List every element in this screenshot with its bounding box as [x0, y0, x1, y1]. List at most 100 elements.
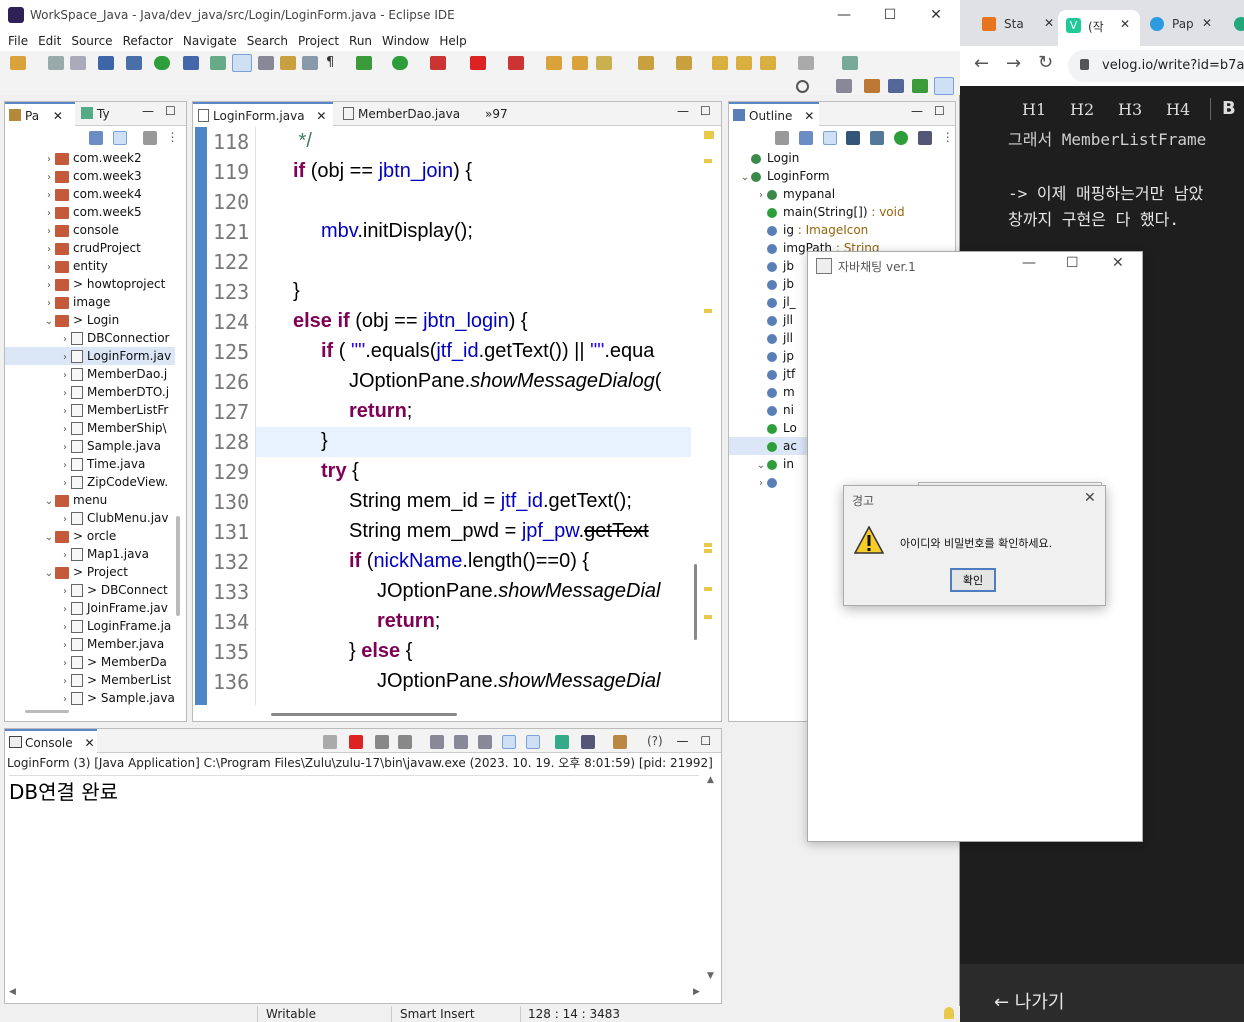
- browser-tab-2[interactable]: V (작 ✕: [1058, 10, 1140, 46]
- mark-occurrences-icon[interactable]: [232, 54, 252, 72]
- tree-item[interactable]: › com.week2: [5, 149, 142, 167]
- browser-tab-1[interactable]: Sta ✕: [974, 12, 1054, 38]
- code-line[interactable]: JOptionPane.showMessageDial: [377, 670, 661, 693]
- save-icon[interactable]: [48, 56, 64, 70]
- editor-vertical-scrollbar[interactable]: [694, 564, 697, 640]
- open-console-icon[interactable]: [613, 734, 628, 749]
- java-perspective-icon[interactable]: [888, 79, 904, 93]
- link-with-editor-icon[interactable]: [112, 130, 127, 145]
- code-line[interactable]: } else {: [349, 640, 412, 663]
- menu-run[interactable]: Run: [349, 31, 372, 51]
- reload-icon[interactable]: ↻: [1038, 52, 1053, 73]
- open-perspective-icon[interactable]: [836, 79, 852, 93]
- show-stdout-icon[interactable]: [501, 734, 516, 749]
- open-type-icon[interactable]: [546, 56, 562, 70]
- notification-icon[interactable]: [944, 1007, 954, 1019]
- code-line[interactable]: else if (obj == jbtn_login) {: [293, 310, 528, 333]
- debug-icon[interactable]: [154, 56, 170, 70]
- menu-file[interactable]: File: [8, 31, 28, 51]
- close-icon[interactable]: ✕: [804, 109, 814, 123]
- word-wrap-icon[interactable]: [477, 734, 492, 749]
- extension-icon[interactable]: [1234, 17, 1244, 31]
- build-icon[interactable]: [210, 56, 226, 70]
- back-icon[interactable]: ←: [974, 53, 989, 74]
- outline-item[interactable]: ac: [729, 437, 809, 455]
- tree-item[interactable]: › DBConnectior: [5, 329, 170, 347]
- hide-local-types-icon[interactable]: [917, 130, 932, 145]
- markdown-line[interactable]: -> 이제 매핑하는거만 남았: [1008, 180, 1203, 204]
- outline-item[interactable]: jb: [729, 275, 794, 293]
- console-horizontal-scrollbar[interactable]: ◀ ▶: [9, 987, 703, 1001]
- code-line[interactable]: return;: [377, 610, 440, 633]
- minimize-icon[interactable]: —: [911, 104, 923, 118]
- code-line[interactable]: */: [293, 130, 312, 153]
- tree-item[interactable]: › MemberDTO.j: [5, 383, 169, 401]
- tree-item[interactable]: › > howtoproject: [5, 275, 165, 293]
- search-icon[interactable]: [796, 80, 809, 93]
- outline-item[interactable]: ni: [729, 401, 794, 419]
- pin-editor-icon[interactable]: [842, 56, 858, 70]
- markdown-line[interactable]: 그래서 MemberListFrame: [1008, 126, 1206, 150]
- heading-1-button[interactable]: H1: [1022, 100, 1046, 119]
- address-bar[interactable]: velog.io/write?id=b7aa: [1068, 50, 1244, 82]
- menu-navigate[interactable]: Navigate: [183, 31, 237, 51]
- scroll-lock-icon[interactable]: [454, 734, 469, 749]
- code-line[interactable]: String mem_id = jtf_id.getText();: [349, 490, 632, 513]
- sort-icon[interactable]: [822, 130, 837, 145]
- heading-3-button[interactable]: H3: [1118, 100, 1142, 119]
- tab-memberdao-java[interactable]: MemberDao.java: [338, 102, 476, 126]
- close-icon[interactable]: ✕: [1120, 17, 1130, 31]
- tab-package-explorer[interactable]: Pa ✕: [5, 102, 75, 126]
- code-line[interactable]: }: [321, 430, 328, 453]
- view-menu-icon[interactable]: ⋮: [942, 130, 954, 144]
- tree-item[interactable]: › console: [5, 221, 119, 239]
- code-line[interactable]: if (obj == jbtn_join) {: [293, 160, 472, 183]
- tab-loginform-java[interactable]: LoginForm.java ✕: [193, 102, 333, 126]
- close-button[interactable]: ✕: [914, 4, 958, 26]
- maximize-icon[interactable]: ☐: [700, 734, 711, 748]
- maximize-icon[interactable]: ☐: [165, 104, 176, 118]
- code-line[interactable]: if (nickName.length()==0) {: [349, 550, 589, 573]
- horizontal-scrollbar[interactable]: [25, 710, 69, 713]
- markdown-line[interactable]: 창까지 구현은 다 했다.: [1008, 206, 1179, 230]
- code-line[interactable]: }: [293, 280, 300, 303]
- focus-icon[interactable]: [775, 130, 789, 145]
- forward-icon[interactable]: [760, 56, 776, 70]
- maximize-icon[interactable]: ☐: [700, 104, 711, 118]
- bold-button[interactable]: B: [1222, 98, 1236, 119]
- tree-item[interactable]: ⌄ > Project: [5, 563, 128, 581]
- minimize-icon[interactable]: —: [142, 104, 154, 118]
- display-console-icon[interactable]: [581, 734, 596, 749]
- outline-item[interactable]: Lo: [729, 419, 797, 437]
- tree-item[interactable]: › com.week3: [5, 167, 142, 185]
- menu-refactor[interactable]: Refactor: [123, 31, 173, 51]
- code-line[interactable]: if ( "".equals(jtf_id.getText()) || "".e…: [321, 340, 654, 363]
- save-icon-2[interactable]: [183, 56, 199, 70]
- warning-marker[interactable]: [704, 549, 712, 553]
- maximize-button[interactable]: ☐: [1066, 255, 1079, 271]
- lock-icon[interactable]: [1080, 59, 1089, 70]
- outline-item[interactable]: jb: [729, 257, 794, 275]
- external-tools-icon[interactable]: [508, 56, 524, 70]
- outline-item[interactable]: › mypanal: [729, 185, 835, 203]
- menu-window[interactable]: Window: [382, 31, 429, 51]
- collapse-all-icon[interactable]: [89, 130, 103, 145]
- next-annotation-icon[interactable]: [638, 56, 654, 70]
- browser-tab-3[interactable]: Pap ✕: [1144, 12, 1224, 38]
- warning-marker[interactable]: [704, 131, 714, 139]
- open-folder-icon[interactable]: [572, 56, 588, 70]
- menu-search[interactable]: Search: [247, 31, 288, 51]
- back-icon[interactable]: [736, 56, 752, 70]
- bug-icon[interactable]: [356, 56, 372, 70]
- outline-item[interactable]: ⌄ in: [729, 455, 794, 473]
- outline-item[interactable]: jll: [729, 329, 793, 347]
- code-line[interactable]: JOptionPane.showMessageDialog(: [349, 370, 661, 393]
- tree-item[interactable]: › LoginFrame.ja: [5, 617, 171, 635]
- save-all-icon[interactable]: [70, 56, 86, 70]
- tree-item[interactable]: › > MemberList: [5, 671, 171, 689]
- warning-marker[interactable]: [704, 587, 712, 591]
- warning-marker[interactable]: [704, 309, 712, 313]
- terminate-icon[interactable]: [348, 734, 363, 749]
- tree-item[interactable]: › entity: [5, 257, 108, 275]
- annotation-icon[interactable]: [280, 56, 296, 70]
